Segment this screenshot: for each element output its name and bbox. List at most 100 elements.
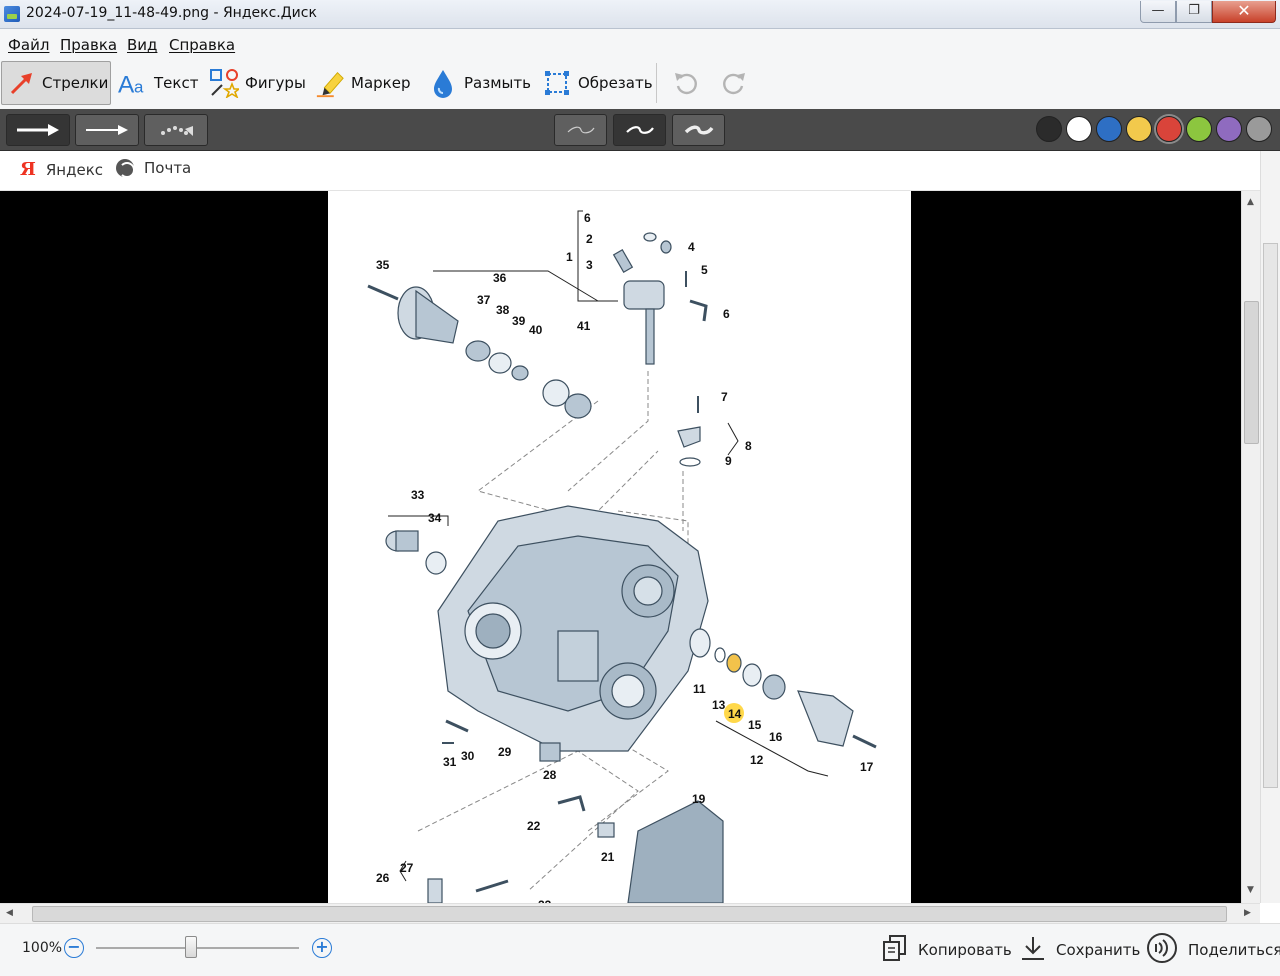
window-title: 2024-07-19_11-48-49.png - Яндекс.Диск (26, 5, 317, 21)
minimize-button[interactable]: — (1140, 1, 1176, 23)
label-6a: 6 (584, 211, 591, 225)
menu-view[interactable]: Вид (127, 36, 157, 54)
arrow-style-dotted[interactable] (144, 114, 208, 146)
tools-bar: Стрелки Aa Текст Фигуры Маркер Размыть О… (0, 59, 1280, 109)
label-41: 41 (577, 319, 591, 333)
svg-text:a: a (134, 77, 144, 96)
label-40: 40 (529, 323, 543, 337)
label-19: 19 (692, 792, 706, 806)
save-button[interactable]: Сохранить (1020, 932, 1140, 968)
download-icon (1020, 934, 1046, 966)
image-canvas[interactable]: 6 2 1 3 4 5 6 7 8 9 11 12 13 14 15 16 17… (0, 191, 1241, 903)
color-swatch-purple[interactable] (1216, 116, 1242, 142)
color-swatch-black[interactable] (1036, 116, 1062, 142)
label-15: 15 (748, 718, 762, 732)
yandex-icon: Я (20, 159, 36, 180)
parts-diagram: 6 2 1 3 4 5 6 7 8 9 11 12 13 14 15 16 17… (328, 191, 911, 903)
horizontal-scrollbar[interactable]: ◀ ▶ (0, 903, 1260, 923)
redo-icon[interactable] (720, 69, 748, 97)
color-swatch-blue[interactable] (1096, 116, 1122, 142)
options-bar (0, 109, 1280, 151)
vertical-scrollbar[interactable]: ▲ ▼ (1241, 191, 1260, 903)
line-width-thick[interactable] (672, 114, 725, 146)
zoom-in-button[interactable]: + (312, 938, 332, 958)
tool-marker[interactable]: Маркер (309, 61, 416, 105)
undo-icon[interactable] (672, 69, 700, 97)
color-swatch-red[interactable] (1156, 116, 1182, 142)
tool-crop-label: Обрезать (578, 74, 653, 92)
label-28: 28 (543, 768, 557, 782)
label-9: 9 (725, 454, 732, 468)
tool-text[interactable]: Aa Текст (112, 61, 204, 105)
label-6b: 6 (723, 307, 730, 321)
maximize-button[interactable]: ❐ (1176, 1, 1212, 23)
label-14: 14 (728, 707, 742, 721)
tool-blur[interactable]: Размыть (422, 61, 537, 105)
label-4: 4 (688, 240, 695, 254)
label-16: 16 (769, 730, 783, 744)
tool-text-label: Текст (154, 74, 199, 92)
color-swatch-white[interactable] (1066, 116, 1092, 142)
color-swatch-green[interactable] (1186, 116, 1212, 142)
arrow-style-thin[interactable] (75, 114, 139, 146)
tool-arrows-label: Стрелки (42, 74, 109, 92)
parts-diagram-svg: 6 2 1 3 4 5 6 7 8 9 11 12 13 14 15 16 17… (367, 210, 877, 903)
menu-edit[interactable]: Правка (60, 36, 117, 54)
bookmark-mail[interactable]: Почта (116, 159, 192, 178)
zoom-value: 100% (22, 940, 63, 956)
zoom-slider-thumb[interactable] (185, 936, 198, 958)
scroll-right-icon[interactable]: ▶ (1244, 908, 1251, 918)
label-22: 22 (527, 819, 541, 833)
arrow-style-thick[interactable] (6, 114, 70, 146)
color-swatch-gray[interactable] (1246, 116, 1272, 142)
bookmarks-bar: Я Яндекс Почта (0, 151, 1260, 191)
label-26: 26 (376, 871, 390, 885)
label-29: 29 (498, 745, 512, 759)
text-icon: Aa (118, 68, 148, 98)
copy-button[interactable]: Копировать (882, 932, 1012, 968)
bookmark-yandex-label: Яндекс (45, 160, 104, 179)
tool-shapes[interactable]: Фигуры (203, 61, 312, 105)
tool-arrows[interactable]: Стрелки (1, 61, 111, 105)
label-38: 38 (496, 303, 510, 317)
label-17: 17 (860, 760, 874, 774)
arrow-icon (8, 68, 36, 98)
label-21: 21 (601, 850, 615, 864)
label-34: 34 (428, 511, 442, 525)
label-3: 3 (586, 258, 593, 272)
label-1: 1 (566, 250, 573, 264)
horizontal-scroll-thumb[interactable] (32, 906, 1227, 922)
app-icon (4, 6, 20, 22)
bookmark-yandex[interactable]: Я Яндекс (20, 159, 103, 180)
menu-bar: Файл Правка Вид Справка (0, 29, 1280, 59)
label-31: 31 (443, 755, 457, 769)
tool-crop[interactable]: Обрезать (536, 61, 659, 105)
zoom-slider-track[interactable] (96, 947, 299, 949)
label-27: 27 (400, 861, 414, 875)
color-swatch-yellow[interactable] (1126, 116, 1152, 142)
vertical-scroll-thumb[interactable] (1244, 301, 1259, 444)
tool-shapes-label: Фигуры (245, 74, 306, 92)
status-bar: 100% − + Копировать Сохранить Поделиться (0, 923, 1280, 976)
marker-icon (315, 68, 345, 98)
scroll-down-icon[interactable]: ▼ (1247, 885, 1254, 895)
menu-help[interactable]: Справка (169, 36, 235, 54)
line-width-medium[interactable] (613, 114, 666, 146)
toolbar-separator (656, 63, 657, 103)
close-button[interactable]: ✕ (1212, 1, 1276, 23)
share-label: Поделиться (1188, 941, 1280, 959)
scroll-left-icon[interactable]: ◀ (6, 908, 13, 918)
label-7: 7 (721, 390, 728, 404)
line-width-thin[interactable] (554, 114, 607, 146)
label-11: 11 (693, 682, 706, 696)
label-30: 30 (461, 749, 475, 763)
bookmark-mail-label: Почта (144, 159, 192, 177)
zoom-out-button[interactable]: − (64, 938, 84, 958)
outer-scroll-thumb[interactable] (1263, 243, 1278, 788)
scroll-up-icon[interactable]: ▲ (1247, 197, 1254, 207)
label-39: 39 (512, 314, 526, 328)
share-button[interactable]: Поделиться (1146, 932, 1280, 968)
outer-vertical-scrollbar[interactable] (1260, 151, 1280, 903)
tool-blur-label: Размыть (464, 74, 531, 92)
menu-file[interactable]: Файл (8, 36, 49, 54)
